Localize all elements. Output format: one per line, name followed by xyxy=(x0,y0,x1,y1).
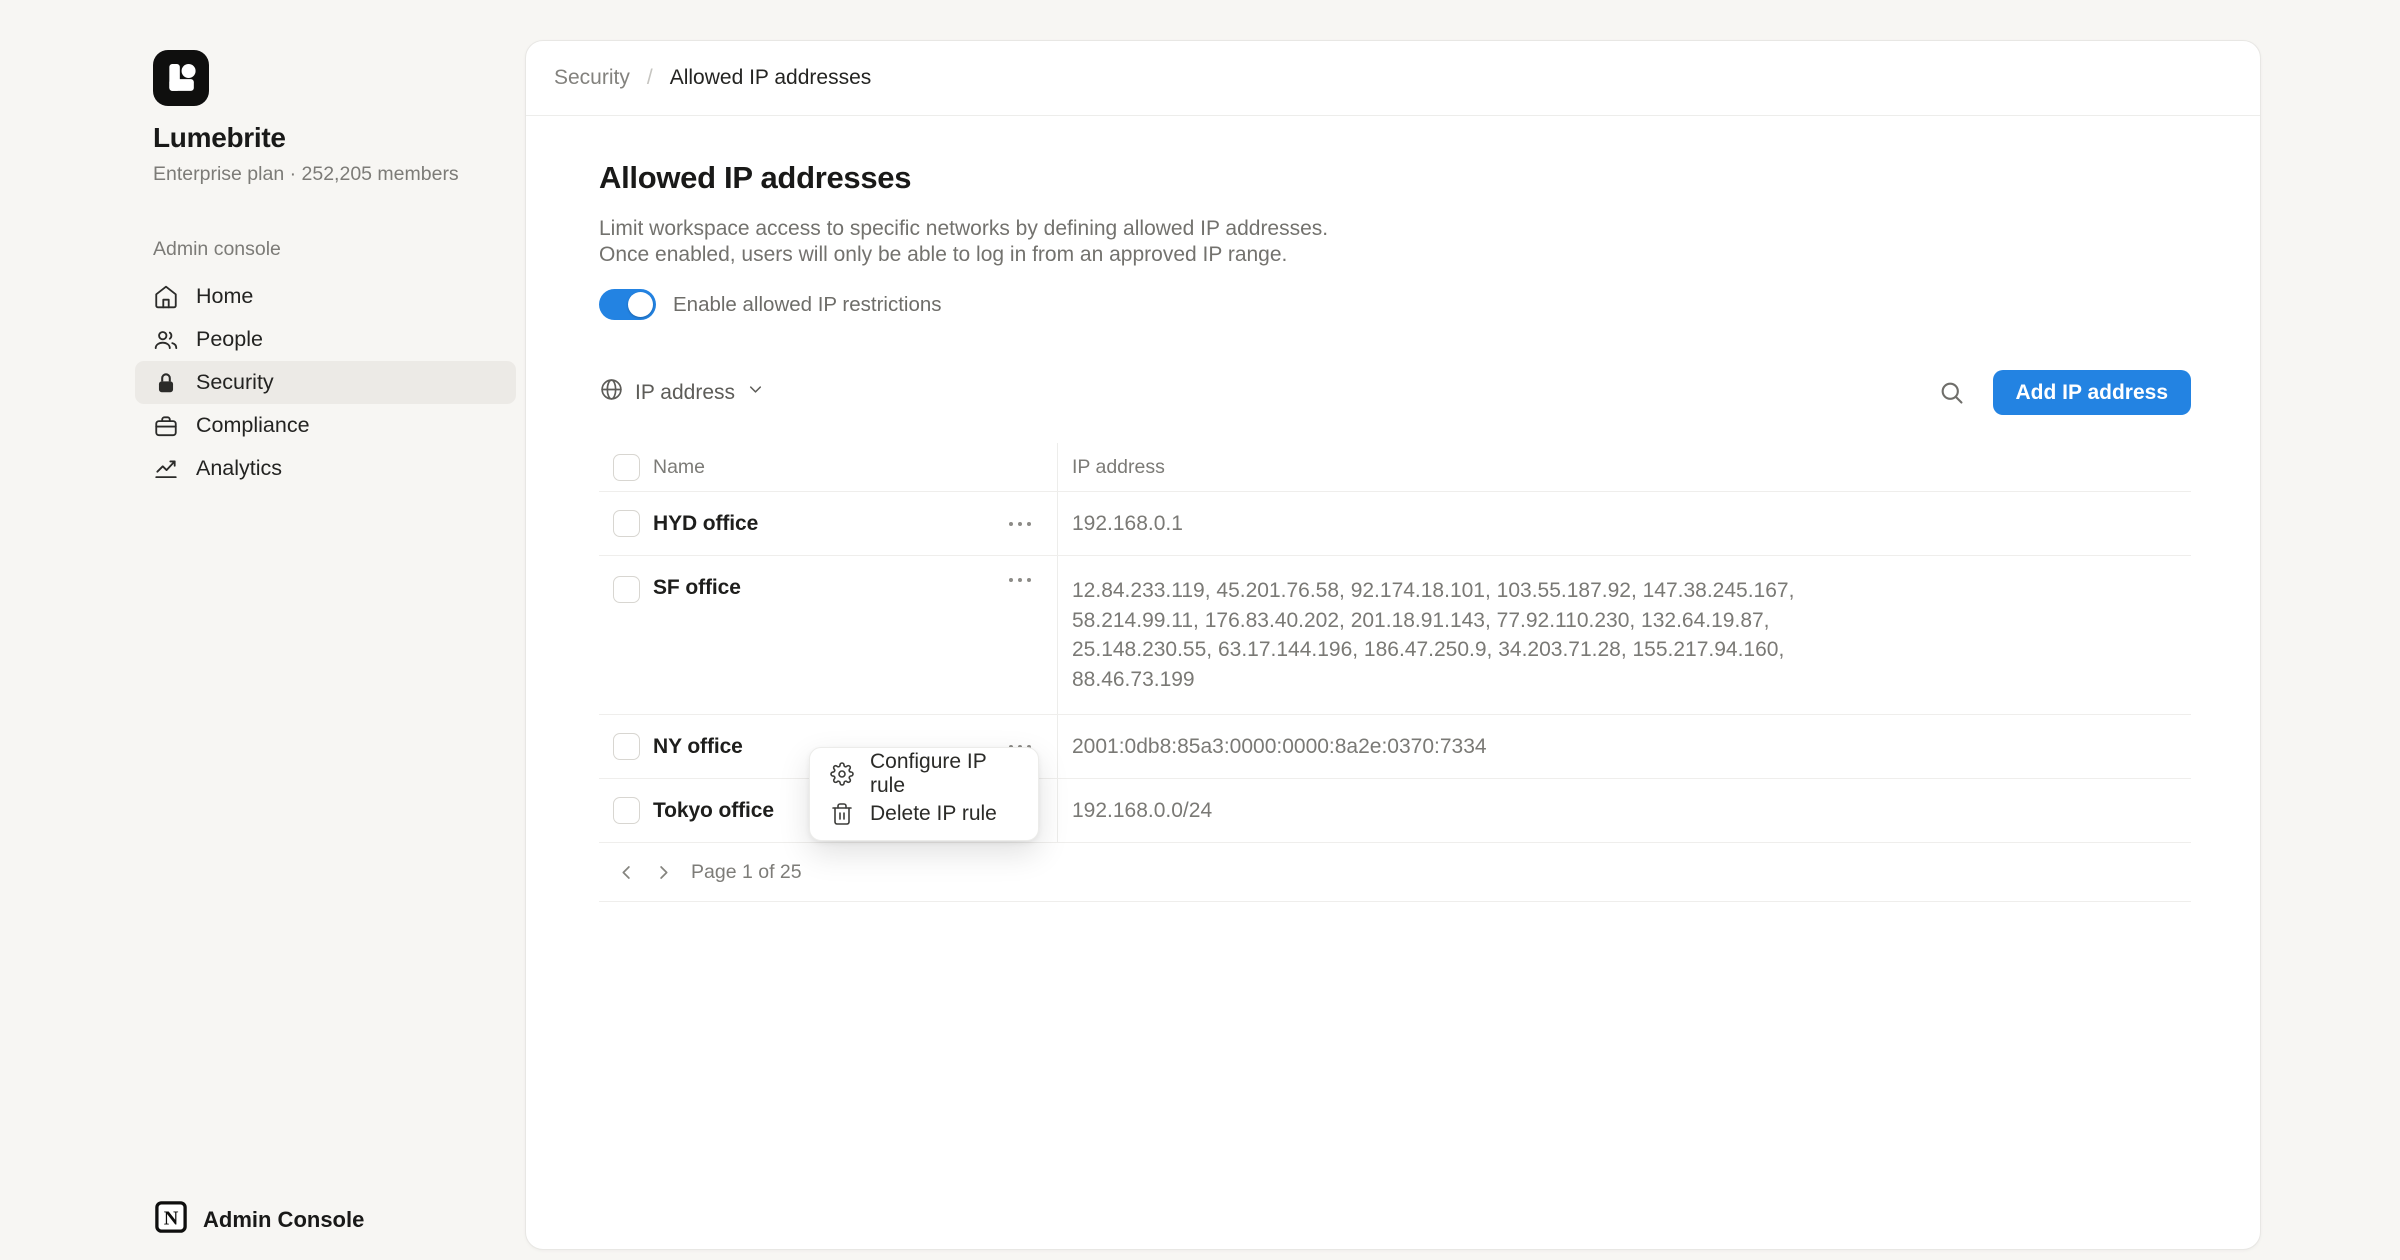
table-row: HYD office 192.168.0.1 xyxy=(599,492,2191,556)
sidebar-item-label: Compliance xyxy=(196,413,310,438)
header-ip-cell: IP address xyxy=(1057,443,2191,491)
row-name: Tokyo office xyxy=(653,799,774,823)
sidebar-item-people[interactable]: People xyxy=(135,318,516,361)
sidebar-item-label: Security xyxy=(196,370,274,395)
filter-label: IP address xyxy=(635,381,735,405)
globe-icon xyxy=(599,377,624,408)
breadcrumb-current: Allowed IP addresses xyxy=(670,66,872,90)
row-checkbox[interactable] xyxy=(613,510,640,537)
ip-restrictions-toggle[interactable] xyxy=(599,289,656,320)
page-content: Allowed IP addresses Limit workspace acc… xyxy=(526,160,2260,902)
main-area: Security / Allowed IP addresses Allowed … xyxy=(525,0,2400,1260)
notion-logo-icon: N xyxy=(153,1199,189,1240)
people-icon xyxy=(153,327,179,353)
sidebar-item-compliance[interactable]: Compliance xyxy=(135,404,516,447)
members-count: 252,205 members xyxy=(302,163,459,185)
row-ip-value: 192.168.0.1 xyxy=(1072,509,1183,539)
gear-icon xyxy=(830,762,854,786)
sidebar-item-label: People xyxy=(196,327,263,352)
column-header-ip: IP address xyxy=(1072,456,1165,479)
row-ip-cell: 192.168.0.1 xyxy=(1057,492,2191,555)
table-row: SF office 12.84.233.119, 45.201.76.58, 9… xyxy=(599,556,2191,715)
table-header-row: Name IP address xyxy=(599,443,2191,492)
toolbar-right: Add IP address xyxy=(1938,370,2192,415)
analytics-icon xyxy=(153,456,179,482)
row-checkbox[interactable] xyxy=(613,797,640,824)
admin-console-footer[interactable]: N Admin Console xyxy=(153,1199,516,1240)
menu-item-configure-ip-rule[interactable]: Configure IP rule xyxy=(810,754,1038,794)
sidebar-item-label: Home xyxy=(196,284,253,309)
trash-icon xyxy=(830,802,854,826)
sidebar-item-label: Analytics xyxy=(196,456,282,481)
workspace-name: Lumebrite xyxy=(153,122,516,154)
svg-text:N: N xyxy=(164,1208,179,1230)
row-checkbox[interactable] xyxy=(613,733,640,760)
page-title: Allowed IP addresses xyxy=(599,160,2191,196)
row-ip-cell: 2001:0db8:85a3:0000:0000:8a2e:0370:7334 xyxy=(1057,715,2191,778)
chevron-down-icon xyxy=(746,380,765,405)
menu-item-label: Delete IP rule xyxy=(870,802,997,826)
admin-console-label: Admin Console xyxy=(203,1207,364,1233)
row-actions-ellipsis-icon[interactable] xyxy=(1007,520,1033,528)
sidebar: Lumebrite Enterprise plan · 252,205 memb… xyxy=(0,0,525,1260)
sidebar-section-label: Admin console xyxy=(153,238,516,261)
row-name: SF office xyxy=(653,576,741,600)
table-toolbar: IP address Add IP address xyxy=(599,370,2191,415)
row-name-cell: HYD office xyxy=(599,492,1057,555)
row-ip-cell: 12.84.233.119, 45.201.76.58, 92.174.18.1… xyxy=(1057,556,2191,714)
page-description: Limit workspace access to specific netwo… xyxy=(599,216,2191,267)
toggle-knob xyxy=(628,292,653,317)
breadcrumb: Security / Allowed IP addresses xyxy=(526,41,2260,116)
pagination-label: Page 1 of 25 xyxy=(691,861,802,884)
meta-dot: · xyxy=(290,163,297,185)
add-ip-address-button[interactable]: Add IP address xyxy=(1993,370,2192,415)
row-ip-cell: 192.168.0.0/24 xyxy=(1057,779,2191,842)
sidebar-nav: Home People Security Compliance Analytic… xyxy=(135,275,516,490)
sidebar-item-security[interactable]: Security xyxy=(135,361,516,404)
menu-item-label: Configure IP rule xyxy=(870,750,1018,798)
sidebar-item-analytics[interactable]: Analytics xyxy=(135,447,516,490)
ip-address-filter-dropdown[interactable]: IP address xyxy=(599,377,765,408)
briefcase-icon xyxy=(153,413,179,439)
menu-item-delete-ip-rule[interactable]: Delete IP rule xyxy=(810,794,1038,834)
row-checkbox[interactable] xyxy=(613,576,640,603)
row-ip-value: 192.168.0.0/24 xyxy=(1072,796,1212,826)
row-name-cell: SF office xyxy=(599,556,1057,714)
page-description-line1: Limit workspace access to specific netwo… xyxy=(599,216,2191,242)
plan-label: Enterprise plan xyxy=(153,163,284,185)
row-ip-value: 2001:0db8:85a3:0000:0000:8a2e:0370:7334 xyxy=(1072,732,1487,762)
row-name: NY office xyxy=(653,735,743,759)
sidebar-item-home[interactable]: Home xyxy=(135,275,516,318)
row-ip-value: 12.84.233.119, 45.201.76.58, 92.174.18.1… xyxy=(1072,576,1907,694)
pagination: Page 1 of 25 xyxy=(599,843,2191,902)
workspace-logo-icon xyxy=(153,50,209,106)
page-description-line2: Once enabled, users will only be able to… xyxy=(599,242,2191,268)
toggle-label: Enable allowed IP restrictions xyxy=(673,293,942,317)
previous-page-icon[interactable] xyxy=(613,859,640,886)
row-actions-ellipsis-icon[interactable] xyxy=(1007,576,1033,584)
breadcrumb-parent[interactable]: Security xyxy=(554,66,630,90)
column-header-name: Name xyxy=(653,456,705,479)
content-card: Security / Allowed IP addresses Allowed … xyxy=(525,40,2261,1250)
ip-restrictions-toggle-row: Enable allowed IP restrictions xyxy=(599,289,2191,320)
row-context-menu: Configure IP rule Delete IP rule xyxy=(809,747,1039,841)
row-name: HYD office xyxy=(653,512,758,536)
breadcrumb-separator: / xyxy=(647,66,653,90)
home-icon xyxy=(153,284,179,310)
workspace-plan-members: Enterprise plan · 252,205 members xyxy=(153,163,516,186)
search-icon[interactable] xyxy=(1938,379,1966,407)
lock-icon xyxy=(153,370,179,396)
select-all-checkbox[interactable] xyxy=(613,454,640,481)
header-name-cell: Name xyxy=(599,443,1057,491)
next-page-icon[interactable] xyxy=(650,859,677,886)
